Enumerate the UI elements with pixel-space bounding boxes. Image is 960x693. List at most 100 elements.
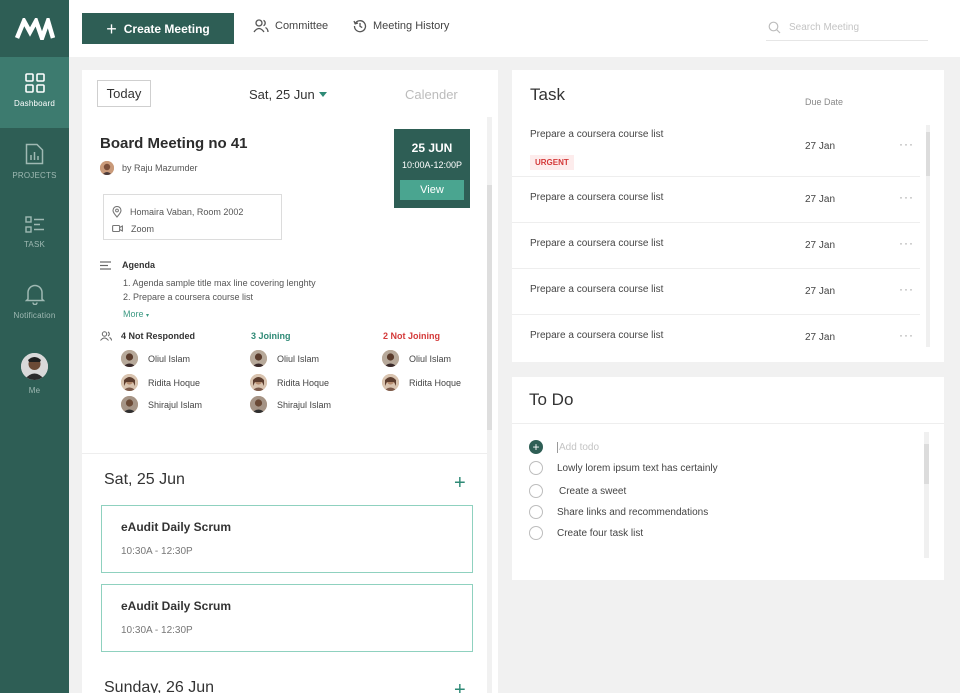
todo-panel: To Do + Lowly lorem ipsum text has certa… — [512, 377, 944, 580]
platform-row: Zoom — [112, 220, 281, 237]
attendee: Shirajul Islam — [121, 396, 202, 413]
todo-text: Create a sweet — [559, 485, 627, 497]
meeting-history-label: Meeting History — [373, 20, 450, 32]
meeting-history-link[interactable]: Meeting History — [353, 19, 449, 33]
event-time: 10:30A - 12:30P — [121, 625, 193, 636]
more-options-icon[interactable]: ··· — [899, 236, 914, 250]
task-row[interactable]: Prepare a coursera course list 27 Jan ··… — [512, 177, 920, 223]
more-options-icon[interactable]: ··· — [899, 328, 914, 342]
todo-item[interactable]: Share links and recommendations — [529, 505, 708, 519]
avatar — [382, 350, 399, 367]
sidebar-item-task[interactable]: TASK — [0, 216, 69, 260]
attendee-avatar-icon — [250, 396, 267, 413]
task-text: Prepare a coursera course list — [530, 330, 664, 341]
top-bar: + Create Meeting Committee Meeting Histo… — [69, 0, 960, 57]
selected-date: Sat, 25 Jun — [249, 87, 315, 102]
calender-link[interactable]: Calender — [405, 87, 458, 102]
create-meeting-button[interactable]: + Create Meeting — [82, 13, 234, 44]
attendee: Oliul Islam — [382, 350, 451, 367]
today-button[interactable]: Today — [97, 80, 151, 107]
todo-item[interactable]: Create a sweet — [529, 484, 626, 498]
scrollbar-thumb[interactable] — [487, 185, 492, 430]
task-row[interactable]: Prepare a coursera course list URGENT 27… — [512, 125, 920, 177]
agenda-header: Agenda — [100, 260, 155, 270]
sidebar-item-dashboard[interactable]: Dashboard — [0, 57, 69, 128]
sidebar-item-projects[interactable]: PROJECTS — [0, 143, 69, 193]
avatar — [121, 374, 138, 391]
more-options-icon[interactable]: ··· — [899, 137, 914, 151]
agenda-item: 2. Prepare a coursera course list — [123, 292, 254, 302]
sidebar-item-me[interactable]: Me — [0, 353, 69, 399]
attendee-name: Shirajul Islam — [277, 399, 332, 410]
menu-lines-icon — [100, 260, 111, 270]
not-responded-label: 4 Not Responded — [121, 331, 196, 341]
not-joining-label: 2 Not Joining — [383, 331, 440, 341]
search-input[interactable] — [789, 21, 919, 33]
scrollbar-thumb[interactable] — [926, 132, 930, 176]
attendee: Ridita Hoque — [250, 374, 329, 391]
avatar — [121, 396, 138, 413]
attendee-name: Ridita Hoque — [409, 377, 462, 388]
plus-icon: + — [106, 18, 117, 39]
task-due-date: 27 Jan — [805, 286, 836, 297]
grid-icon — [24, 73, 45, 93]
task-text: Prepare a coursera course list — [530, 192, 664, 203]
urgent-badge: URGENT — [530, 155, 574, 170]
not-responded-header: 4 Not Responded — [100, 331, 195, 341]
more-link[interactable]: More ▾ — [123, 309, 149, 319]
meeting-time: 10:00A-12:00P — [401, 160, 463, 170]
history-icon — [353, 20, 367, 33]
task-text: Prepare a coursera course list — [530, 284, 664, 295]
attendee: Shirajul Islam — [250, 396, 331, 413]
sidebar-item-label: PROJECTS — [12, 171, 57, 180]
add-todo-input[interactable] — [557, 441, 757, 453]
more-options-icon[interactable]: ··· — [899, 282, 914, 296]
todo-checkbox[interactable] — [529, 505, 543, 519]
add-todo-icon[interactable]: + — [529, 440, 543, 454]
add-todo-row: + — [529, 440, 757, 454]
todo-checkbox[interactable] — [529, 526, 543, 540]
attendee-name: Ridita Hoque — [148, 377, 201, 388]
task-text: Prepare a coursera course list — [530, 238, 664, 249]
add-event-button[interactable]: + — [454, 680, 466, 693]
todo-title: To Do — [529, 390, 574, 409]
todo-checkbox[interactable] — [529, 484, 543, 498]
committee-link[interactable]: Committee — [253, 19, 328, 33]
chart-file-icon — [25, 143, 44, 165]
task-row[interactable]: Prepare a coursera course list 27 Jan ··… — [512, 315, 920, 361]
more-label: More — [123, 309, 144, 319]
todo-item[interactable]: Lowly lorem ipsum text has certainly — [529, 461, 718, 475]
attendee-avatar-icon — [121, 374, 138, 391]
scrollbar-thumb[interactable] — [924, 444, 929, 484]
meeting-organizer: by Raju Mazumder — [100, 161, 198, 175]
more-options-icon[interactable]: ··· — [899, 190, 914, 204]
divider — [512, 423, 944, 424]
attendee-name: Oliul Islam — [277, 353, 320, 364]
todo-text: Lowly lorem ipsum text has certainly — [557, 462, 718, 474]
event-time: 10:30A - 12:30P — [121, 546, 193, 557]
task-row[interactable]: Prepare a coursera course list 27 Jan ··… — [512, 269, 920, 315]
attendee-avatar-icon — [121, 396, 138, 413]
event-title: eAudit Daily Scrum — [121, 599, 232, 613]
agenda-label: Agenda — [122, 260, 156, 270]
location-text: Homaira Vaban, Room 2002 — [130, 206, 244, 217]
attendee: Oliul Islam — [121, 350, 190, 367]
todo-item[interactable]: Create four task list — [529, 526, 643, 540]
app-logo[interactable] — [0, 0, 69, 57]
avatar — [100, 161, 114, 175]
date-selector[interactable]: Sat, 25 Jun — [249, 87, 327, 102]
sidebar-item-label: Me — [28, 386, 41, 395]
view-button[interactable]: View — [400, 180, 464, 200]
task-row[interactable]: Prepare a coursera course list 27 Jan ··… — [512, 223, 920, 269]
avatar — [250, 374, 267, 391]
avatar — [250, 350, 267, 367]
attendee: Oliul Islam — [250, 350, 319, 367]
committee-label: Committee — [275, 20, 329, 32]
todo-text: Share links and recommendations — [557, 506, 709, 518]
sidebar-item-notification[interactable]: Notification — [0, 283, 69, 327]
todo-checkbox[interactable] — [529, 461, 543, 475]
event-card[interactable]: eAudit Daily Scrum 10:30A - 12:30P — [101, 584, 473, 652]
add-event-button[interactable]: + — [454, 473, 466, 493]
attendee: Ridita Hoque — [382, 374, 461, 391]
event-card[interactable]: eAudit Daily Scrum 10:30A - 12:30P — [101, 505, 473, 573]
